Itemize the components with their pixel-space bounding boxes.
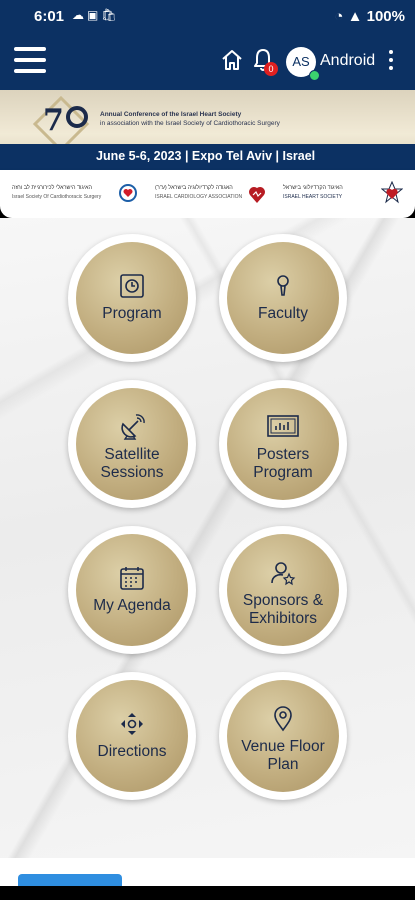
more-icon[interactable] — [388, 50, 394, 72]
calendar-icon — [120, 567, 144, 590]
map-pin-icon — [274, 706, 292, 732]
online-status-dot — [309, 70, 320, 81]
microphone-icon — [277, 275, 289, 296]
user-name[interactable]: Android — [320, 52, 375, 70]
directions-label: Directions — [97, 743, 167, 760]
bottom-area — [0, 858, 415, 886]
star-heart-logo-icon — [381, 181, 403, 204]
directions-tile[interactable]: Directions — [68, 672, 196, 800]
home-icon[interactable] — [220, 48, 244, 72]
menu-grid: Program Faculty Satellite Sessions Poste… — [0, 218, 415, 858]
satellite-sessions-label: Satellite Sessions — [100, 446, 164, 481]
venue-floor-plan-tile[interactable]: Venue Floor Plan — [219, 672, 347, 800]
sponsors-exhibitors-label: Sponsors & Exhibitors — [242, 592, 324, 627]
app-bar: 0 AS Android — [0, 34, 415, 90]
banner-title: Annual Conference of the Israel Heart So… — [100, 111, 242, 118]
poster-board-icon — [267, 415, 299, 437]
banner-date: June 5-6, 2023 | Expo Tel Aviv | Israel — [96, 149, 316, 163]
wifi-icon: ◔ ▲ — [334, 8, 367, 25]
sponsor-logo-cardiology-association: האגודה לקרדיולוגיה בישראל (ע"ר) ISRAEL C… — [155, 181, 270, 207]
bottom-card-partial[interactable] — [18, 874, 122, 886]
person-star-icon — [271, 562, 296, 586]
status-right: ◔ ▲ 100% — [334, 8, 405, 25]
status-bar: 6:01 ☁▣🛍 ◔ ▲ 100% — [0, 0, 415, 34]
svg-text:7: 7 — [43, 103, 64, 138]
satellite-dish-icon — [121, 414, 145, 440]
sponsors-exhibitors-tile[interactable]: Sponsors & Exhibitors — [219, 526, 347, 654]
system-nav-bar — [0, 886, 415, 900]
society-logos: האיגוד הישראלי לכירורגיית לב וחזה Israel… — [0, 170, 415, 218]
sponsor-logo-cardiothoracic: האיגוד הישראלי לכירורגיית לב וחזה Israel… — [12, 181, 142, 207]
satellite-sessions-tile[interactable]: Satellite Sessions — [68, 380, 196, 508]
my-agenda-label: My Agenda — [93, 597, 171, 614]
battery-text: 100% — [366, 8, 405, 25]
posters-program-label: Posters Program — [253, 446, 313, 481]
menu-icon[interactable] — [14, 47, 46, 75]
faculty-label: Faculty — [258, 305, 308, 322]
move-arrows-icon — [121, 713, 143, 735]
notification-badge: 0 — [264, 62, 278, 76]
posters-program-tile[interactable]: Posters Program — [219, 380, 347, 508]
venue-floor-plan-label: Venue Floor Plan — [241, 738, 325, 773]
heart-logo-icon — [119, 184, 137, 202]
clock-calendar-icon — [120, 274, 144, 298]
my-agenda-tile[interactable]: My Agenda — [68, 526, 196, 654]
heart-logo-icon — [249, 187, 265, 203]
faculty-tile[interactable]: Faculty — [219, 234, 347, 362]
banner-subtitle: in association with the Israel Society o… — [100, 120, 280, 127]
program-label: Program — [102, 305, 162, 322]
sponsor-logo-heart-society: האיגוד הקרדיולוגי בישראל ISRAEL HEART SO… — [283, 181, 405, 207]
conference-banner: 7 Annual Conference of the Israel Heart … — [0, 90, 415, 170]
status-time: 6:01 — [34, 8, 65, 25]
notification-icons: ☁▣🛍 — [72, 8, 120, 22]
program-tile[interactable]: Program — [68, 234, 196, 362]
